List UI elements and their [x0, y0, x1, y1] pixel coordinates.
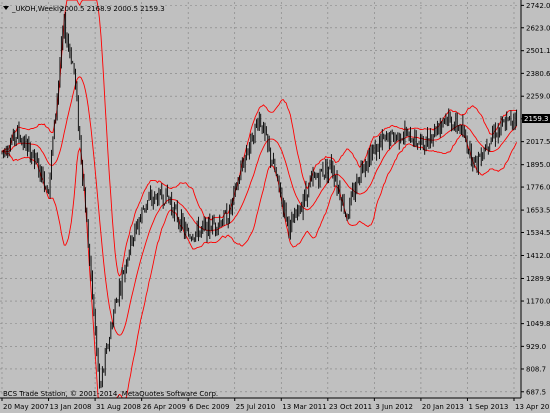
- time-tick-label: 23 Oct 2011: [329, 403, 372, 411]
- time-tick-label: 20 Jan 2013: [422, 403, 464, 411]
- ohlc-readout: 2000.5 2168.9 2000.5 2159.3: [60, 5, 165, 13]
- time-tick-label: 3 Jun 2012: [375, 403, 413, 411]
- price-tick-label: 1289.9: [526, 275, 550, 283]
- time-tick-label: 25 Jul 2010: [236, 403, 276, 411]
- price-tick-label: 2380.6: [526, 70, 550, 78]
- price-tick-label: 808.7: [526, 365, 546, 373]
- price-tick-label: 1895.0: [526, 161, 550, 169]
- time-tick-label: 20 May 2007: [3, 403, 49, 411]
- price-tick-label: 1776.0: [526, 184, 550, 192]
- price-tick-label: 1534.5: [526, 229, 550, 237]
- symbol-label: _UKOH,Weekly: [11, 5, 63, 13]
- price-tick-label: 2623.0: [526, 24, 550, 32]
- price-tick-label: 2501.1: [526, 47, 550, 55]
- time-tick-label: 13 Apr 2014: [515, 403, 550, 411]
- time-tick-label: 26 Apr 2009: [143, 403, 186, 411]
- price-tick-label: 929.0: [526, 343, 546, 351]
- chart-background: [0, 0, 550, 413]
- price-tick-label: 1049.8: [526, 320, 550, 328]
- time-tick-label: 6 Dec 2009: [189, 403, 229, 411]
- chart-window[interactable]: 687.5 808.7 929.0 1049.8 1170.0 1289.9 1412.0 1…: [0, 0, 550, 413]
- price-tick-label: 1653.5: [526, 207, 550, 215]
- price-tick-label: 1170.0: [526, 298, 550, 306]
- time-tick-label: 31 Aug 2008: [96, 403, 141, 411]
- price-tick-label: 2017.5: [526, 138, 550, 146]
- price-tick-label: 1412.0: [526, 252, 550, 260]
- price-tick-label: 687.5: [526, 388, 546, 396]
- last-price-label: 2159.3: [524, 115, 549, 123]
- price-tick-label: 2259.0: [526, 93, 550, 101]
- price-tick-label: 2742.0: [526, 2, 550, 10]
- time-tick-label: 1 Sep 2013: [468, 403, 508, 411]
- time-tick-label: 13 Jan 2008: [50, 403, 92, 411]
- time-tick-label: 13 Mar 2011: [282, 403, 326, 411]
- copyright-text: BCS Trade Station, © 2001-2014, MetaQuot…: [3, 390, 218, 398]
- price-chart[interactable]: 687.5 808.7 929.0 1049.8 1170.0 1289.9 1412.0 1…: [0, 0, 550, 413]
